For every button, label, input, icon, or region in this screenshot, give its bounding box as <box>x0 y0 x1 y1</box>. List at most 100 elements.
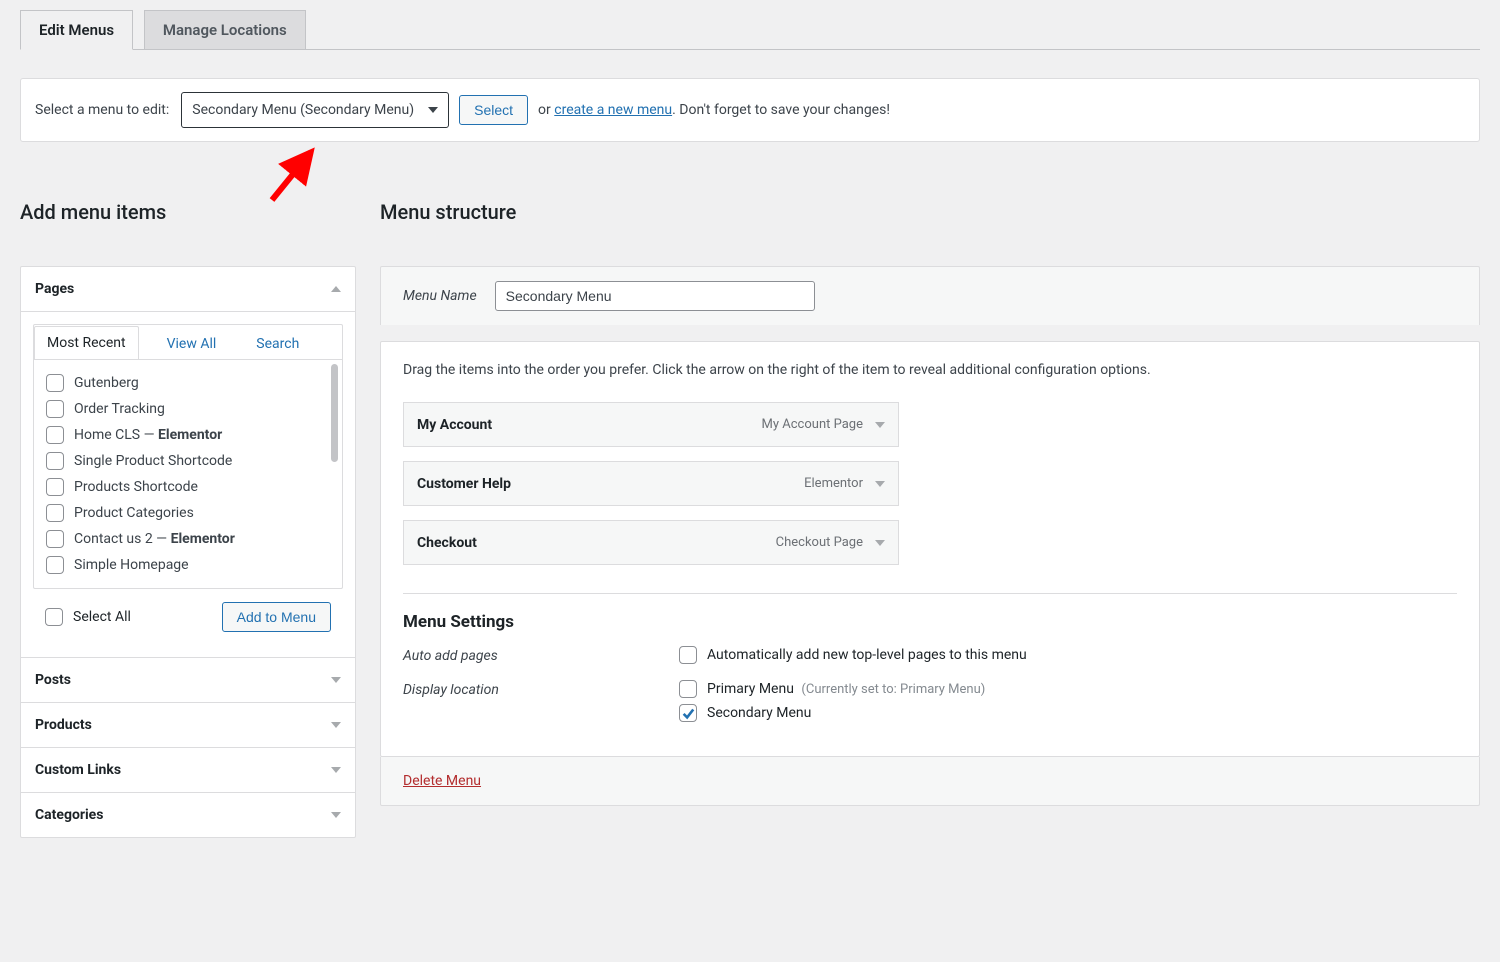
menu-item-title: Customer Help <box>417 476 511 492</box>
add-to-menu-button[interactable]: Add to Menu <box>222 602 331 632</box>
list-item-label: Products Shortcode <box>74 479 198 495</box>
option-label: Primary Menu <box>707 681 794 697</box>
tab-most-recent[interactable]: Most Recent <box>34 326 139 360</box>
accordion-header-products[interactable]: Products <box>21 702 355 747</box>
accordion-pages: Pages Most Recent View All Search <box>21 267 355 657</box>
accordion-header-pages[interactable]: Pages <box>21 267 355 311</box>
list-item[interactable]: Single Product Shortcode <box>46 448 330 474</box>
menu-item-type: Elementor <box>804 476 863 491</box>
caret-down-icon[interactable] <box>875 422 885 428</box>
checkbox[interactable] <box>46 504 64 522</box>
pages-tabs: Most Recent View All Search <box>34 325 342 359</box>
list-item-suffix: Elementor <box>171 531 235 547</box>
location-secondary-option[interactable]: Secondary Menu <box>679 704 1457 722</box>
checkbox[interactable] <box>46 530 64 548</box>
checkbox[interactable] <box>46 426 64 444</box>
checkbox[interactable] <box>46 452 64 470</box>
accordion-label: Pages <box>35 281 74 297</box>
list-item-label: Home CLS — <box>74 427 158 443</box>
option-note: (Currently set to: Primary Menu) <box>801 682 985 697</box>
select-all-label: Select All <box>73 609 131 625</box>
menu-structure-panel: Drag the items into the order you prefer… <box>380 341 1480 757</box>
tab-view-all[interactable]: View All <box>155 328 229 360</box>
list-item-label: Gutenberg <box>74 375 139 391</box>
pages-footer: Select All Add to Menu <box>33 589 343 645</box>
list-item-label: Contact us 2 — <box>74 531 171 547</box>
checkbox[interactable] <box>46 556 64 574</box>
checkbox[interactable] <box>679 680 697 698</box>
checkbox[interactable] <box>679 704 697 722</box>
menu-item-title: Checkout <box>417 535 477 551</box>
list-item[interactable]: Gutenberg <box>46 370 330 396</box>
page-checklist[interactable]: Gutenberg Order Tracking Home CLS — Elem… <box>34 360 342 588</box>
accordion: Pages Most Recent View All Search <box>20 266 356 838</box>
menu-item-title: My Account <box>417 417 492 433</box>
menu-structure-title: Menu structure <box>380 200 1480 224</box>
menu-item[interactable]: My Account My Account Page <box>403 402 899 447</box>
select-menu-label: Select a menu to edit: <box>35 102 169 118</box>
select-all-row[interactable]: Select All <box>45 608 131 626</box>
delete-menu-link[interactable]: Delete Menu <box>403 773 481 789</box>
checkbox[interactable] <box>46 478 64 496</box>
menu-item-type: Checkout Page <box>776 535 863 550</box>
location-primary-option[interactable]: Primary Menu (Currently set to: Primary … <box>679 680 1457 698</box>
auto-add-pages-label: Auto add pages <box>403 646 679 664</box>
option-label: Automatically add new top-level pages to… <box>707 647 1027 663</box>
select-bar-text: or create a new menu. Don't forget to sa… <box>538 102 890 118</box>
option-label: Secondary Menu <box>707 705 811 721</box>
list-item[interactable]: Contact us 2 — Elementor <box>46 526 330 552</box>
menu-structure-footer: Delete Menu <box>380 757 1480 806</box>
list-item-label: Simple Homepage <box>74 557 189 573</box>
checkbox[interactable] <box>46 374 64 392</box>
tab-manage-locations[interactable]: Manage Locations <box>144 10 306 49</box>
menu-item[interactable]: Customer Help Elementor <box>403 461 899 506</box>
list-item-label: Single Product Shortcode <box>74 453 232 469</box>
chevron-down-icon <box>428 107 438 113</box>
caret-up-icon <box>331 286 341 292</box>
list-item-suffix: Elementor <box>158 427 222 443</box>
menu-item[interactable]: Checkout Checkout Page <box>403 520 899 565</box>
list-item[interactable]: Simple Homepage <box>46 552 330 578</box>
menu-select-dropdown[interactable]: Secondary Menu (Secondary Menu) <box>181 92 449 128</box>
caret-down-icon <box>331 812 341 818</box>
checkbox[interactable] <box>679 646 697 664</box>
list-item[interactable]: Order Tracking <box>46 396 330 422</box>
create-new-menu-link[interactable]: create a new menu <box>554 102 672 118</box>
menu-item-type: My Account Page <box>762 417 863 432</box>
display-location-label: Display location <box>403 680 679 698</box>
auto-add-pages-option[interactable]: Automatically add new top-level pages to… <box>679 646 1457 664</box>
checkbox[interactable] <box>45 608 63 626</box>
accordion-label: Custom Links <box>35 762 121 778</box>
accordion-body-pages: Most Recent View All Search Gutenberg Or… <box>21 311 355 657</box>
caret-down-icon <box>331 767 341 773</box>
or-text: or <box>538 102 551 118</box>
list-item[interactable]: Products Shortcode <box>46 474 330 500</box>
list-item-label: Product Categories <box>74 505 194 521</box>
menu-name-input[interactable] <box>495 281 815 311</box>
accordion-header-posts[interactable]: Posts <box>21 657 355 702</box>
checkbox[interactable] <box>46 400 64 418</box>
accordion-label: Categories <box>35 807 103 823</box>
accordion-header-categories[interactable]: Categories <box>21 792 355 837</box>
tab-edit-menus[interactable]: Edit Menus <box>20 10 133 50</box>
menu-settings-title: Menu Settings <box>403 612 1457 632</box>
list-item[interactable]: Home CLS — Elementor <box>46 422 330 448</box>
pages-panel: Most Recent View All Search Gutenberg Or… <box>33 324 343 589</box>
list-item-label: Order Tracking <box>74 401 165 417</box>
accordion-label: Posts <box>35 672 71 688</box>
scrollbar[interactable] <box>331 364 338 462</box>
select-button[interactable]: Select <box>459 95 528 125</box>
instructions-text: Drag the items into the order you prefer… <box>403 362 1457 378</box>
dropdown-value-text: Secondary Menu (Secondary Menu) <box>192 102 414 118</box>
trail-text: . Don't forget to save your changes! <box>672 102 890 118</box>
tab-search[interactable]: Search <box>244 328 311 360</box>
accordion-label: Products <box>35 717 92 733</box>
menu-name-label: Menu Name <box>403 288 477 304</box>
accordion-header-custom-links[interactable]: Custom Links <box>21 747 355 792</box>
caret-down-icon[interactable] <box>875 540 885 546</box>
caret-down-icon <box>331 722 341 728</box>
menu-select-bar: Select a menu to edit: Secondary Menu (S… <box>20 78 1480 142</box>
list-item[interactable]: Product Categories <box>46 500 330 526</box>
caret-down-icon <box>331 677 341 683</box>
caret-down-icon[interactable] <box>875 481 885 487</box>
